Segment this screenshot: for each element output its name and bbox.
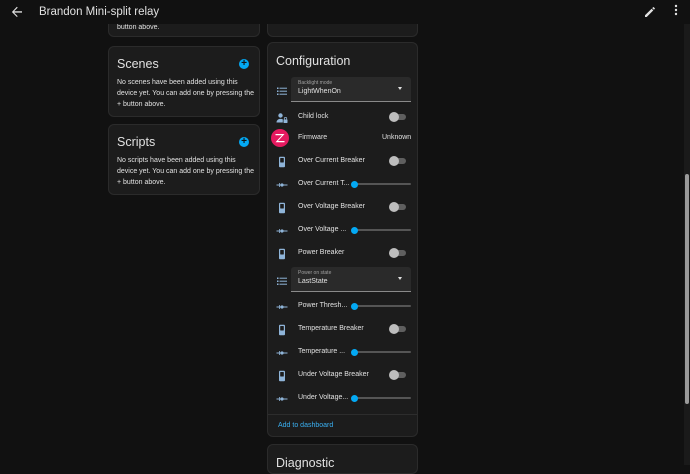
card-actions-divider (268, 414, 417, 415)
account-lock-icon (276, 111, 288, 123)
power-threshold-label: Power Thresh... (298, 302, 348, 309)
over-current-threshold-slider[interactable] (351, 181, 411, 188)
child-lock-toggle[interactable] (389, 112, 407, 122)
dropdown-caret-icon (398, 87, 402, 90)
scripts-title: Scripts (117, 135, 156, 149)
over-voltage-threshold-row: Over Voltage ... (268, 221, 418, 241)
list-icon (276, 274, 288, 286)
temperature-breaker-row: Temperature Breaker (268, 320, 418, 340)
slider-handle[interactable] (351, 349, 358, 356)
temperature-breaker-label: Temperature Breaker (298, 325, 364, 332)
scenes-description: No scenes have been added using this dev… (117, 79, 254, 108)
pencil-icon[interactable] (644, 5, 658, 19)
ray-vertex-icon (276, 392, 288, 404)
backlight-mode-row: Backlight mode LightWhenOn (268, 77, 418, 102)
scrollbar-thumb[interactable] (685, 174, 689, 404)
backlight-mode-value: LightWhenOn (298, 88, 341, 95)
slider-handle[interactable] (351, 181, 358, 188)
add-script-button[interactable]: + (239, 137, 249, 147)
power-on-state-select[interactable]: Power on state LastState (291, 267, 411, 292)
scenes-title: Scenes (117, 57, 159, 71)
temperature-threshold-row: Temperature ... (268, 343, 418, 363)
over-current-threshold-row: Over Current T... (268, 175, 418, 195)
more-vertical-icon[interactable] (672, 4, 680, 20)
over-current-breaker-label: Over Current Breaker (298, 157, 365, 164)
under-voltage-breaker-label: Under Voltage Breaker (298, 371, 369, 378)
configuration-card: Configuration Backlight mode LightWhenOn… (267, 42, 418, 437)
ray-vertex-icon (276, 346, 288, 358)
backlight-mode-label: Backlight mode (298, 80, 333, 86)
over-voltage-breaker-toggle[interactable] (389, 202, 407, 212)
over-current-breaker-toggle[interactable] (389, 156, 407, 166)
app-toolbar: Brandon Mini-split relay (0, 0, 690, 24)
power-breaker-label: Power Breaker (298, 249, 345, 256)
power-on-state-row: Power on state LastState (268, 267, 418, 292)
over-voltage-threshold-label: Over Voltage ... (298, 226, 347, 233)
under-voltage-breaker-toggle[interactable] (389, 370, 407, 380)
power-threshold-slider[interactable] (351, 303, 411, 310)
over-current-breaker-row: Over Current Breaker (268, 152, 418, 172)
temperature-threshold-slider[interactable] (351, 349, 411, 356)
temperature-breaker-toggle[interactable] (389, 324, 407, 334)
firmware-row: Firmware Unknown (268, 129, 418, 149)
backlight-mode-select[interactable]: Backlight mode LightWhenOn (291, 77, 411, 102)
switch-icon (276, 201, 288, 214)
child-lock-label: Child lock (298, 113, 329, 120)
slider-handle[interactable] (351, 395, 358, 402)
add-scene-button[interactable]: + (239, 59, 249, 69)
over-voltage-breaker-label: Over Voltage Breaker (298, 203, 365, 210)
ray-vertex-icon (276, 300, 288, 312)
slider-handle[interactable] (351, 227, 358, 234)
power-on-state-label: Power on state (298, 270, 332, 276)
page-title: Brandon Mini-split relay (39, 6, 160, 18)
list-icon (276, 84, 288, 96)
switch-icon (276, 247, 288, 260)
switch-icon (276, 323, 288, 336)
firmware-label: Firmware (298, 134, 328, 141)
under-voltage-threshold-label: Under Voltage... (298, 394, 349, 401)
slider-handle[interactable] (351, 303, 358, 310)
temperature-threshold-label: Temperature ... (298, 348, 346, 355)
scenes-card: Scenes + No scenes have been added using… (108, 46, 260, 117)
power-on-state-value: LastState (298, 278, 328, 285)
over-voltage-breaker-row: Over Voltage Breaker (268, 198, 418, 218)
under-voltage-threshold-slider[interactable] (351, 395, 411, 402)
scripts-card: Scripts + No scripts have been added usi… (108, 124, 260, 195)
switch-icon (276, 155, 288, 168)
over-current-threshold-label: Over Current T... (298, 180, 350, 187)
diagnostic-card: Diagnostic (267, 444, 418, 474)
child-lock-row: Child lock (268, 107, 418, 127)
ray-vertex-icon (276, 178, 288, 190)
diagnostic-title: Diagnostic (276, 456, 335, 470)
firmware-value: Unknown (382, 134, 412, 141)
ray-vertex-icon (276, 224, 288, 236)
power-breaker-row: Power Breaker (268, 244, 418, 264)
switch-icon (276, 369, 288, 382)
configuration-title: Configuration (276, 54, 351, 68)
dropdown-caret-icon (398, 277, 402, 280)
page-scrollbar[interactable] (684, 24, 690, 465)
over-voltage-threshold-slider[interactable] (351, 227, 411, 234)
add-to-dashboard-button[interactable]: Add to dashboard (278, 422, 333, 429)
back-arrow-icon[interactable] (9, 4, 25, 20)
under-voltage-breaker-row: Under Voltage Breaker (268, 366, 418, 386)
scripts-description: No scripts have been added using this de… (117, 157, 254, 186)
power-breaker-toggle[interactable] (389, 248, 407, 258)
zigbee-icon (271, 129, 289, 147)
power-threshold-row: Power Thresh... (268, 297, 418, 317)
under-voltage-threshold-row: Under Voltage... (268, 389, 418, 409)
